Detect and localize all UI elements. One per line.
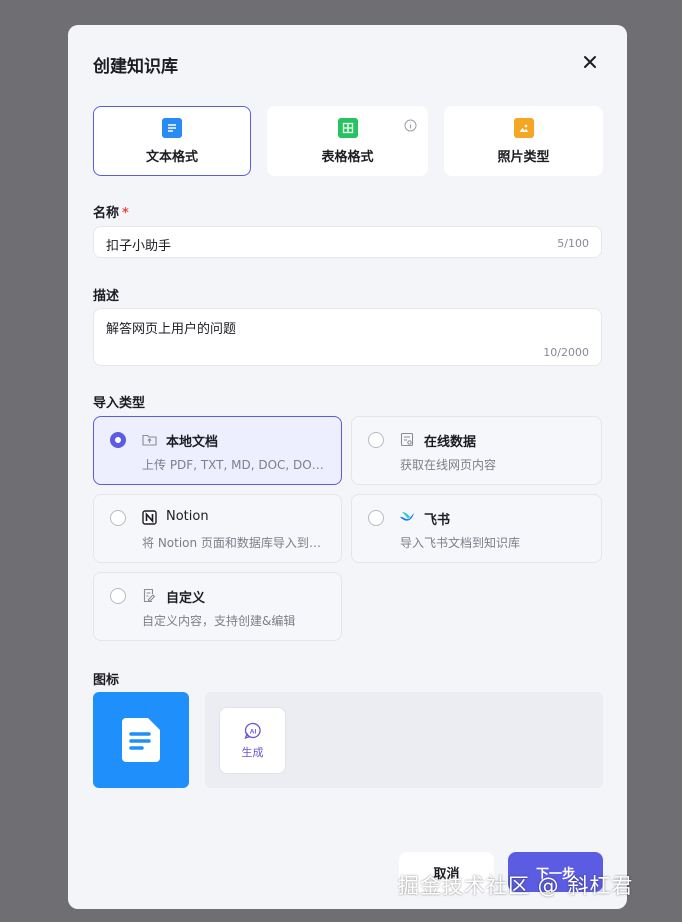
description-textarea[interactable]: 解答网页上用户的问题 10/2000 (93, 308, 602, 366)
generate-label: 生成 (241, 745, 264, 759)
radio-online-data[interactable] (368, 432, 384, 448)
format-image-label: 照片类型 (497, 149, 550, 165)
close-icon (584, 56, 596, 68)
source-notion[interactable]: Notion 将 Notion 页面和数据库导入到知识库 (93, 494, 342, 563)
radio-local-document[interactable] (110, 432, 126, 448)
feishu-icon (399, 509, 415, 525)
web-page-icon (399, 431, 415, 447)
source-title: 本地文档 (166, 435, 219, 450)
description-value: 解答网页上用户的问题 (106, 322, 237, 337)
source-feishu[interactable]: 飞书 导入飞书文档到知识库 (351, 494, 602, 563)
format-text-card[interactable]: 文本格式 (93, 106, 251, 176)
description-char-count: 10/2000 (543, 346, 589, 359)
source-desc: 导入飞书文档到知识库 (400, 536, 521, 550)
source-desc: 获取在线网页内容 (400, 458, 497, 472)
format-image-card[interactable]: 照片类型 (444, 106, 603, 176)
close-button[interactable] (578, 50, 602, 74)
format-text-label: 文本格式 (145, 149, 198, 165)
format-table-label: 表格格式 (321, 149, 374, 165)
radio-notion[interactable] (110, 510, 126, 526)
source-title: 在线数据 (424, 435, 477, 450)
icon-options-area: AI 生成 (205, 692, 603, 788)
description-label: 描述 (93, 289, 120, 304)
source-title: Notion (166, 509, 209, 524)
edit-document-icon (141, 587, 157, 603)
source-desc: 将 Notion 页面和数据库导入到知识库 (142, 536, 328, 550)
generate-icon-button[interactable]: AI 生成 (219, 707, 286, 774)
notion-icon (141, 509, 157, 525)
source-local-document[interactable]: 本地文档 上传 PDF, TXT, MD, DOC, DOCX 格式的本地文件 (93, 416, 342, 485)
name-label: 名称 * (93, 206, 129, 221)
document-icon (122, 718, 160, 762)
source-title: 自定义 (166, 591, 206, 606)
ai-icon: AI (243, 722, 261, 739)
radio-feishu[interactable] (368, 510, 384, 526)
source-online-data[interactable]: 在线数据 获取在线网页内容 (351, 416, 602, 485)
icon-preview[interactable] (93, 692, 189, 788)
icon-label: 图标 (93, 673, 120, 688)
document-icon (162, 117, 182, 138)
format-table-card[interactable]: 表格格式 (267, 106, 428, 176)
source-desc: 上传 PDF, TXT, MD, DOC, DOCX 格式的本地文件 (142, 458, 328, 472)
create-knowledge-base-dialog: 创建知识库 文本格式 表格格式 照片类型 名称 * 扣子小助手 5/100 描述 … (68, 25, 627, 909)
required-mark: * (122, 206, 129, 221)
source-desc: 自定义内容，支持创建&编辑 (142, 614, 296, 628)
upload-folder-icon (141, 431, 157, 447)
table-icon (337, 117, 358, 138)
svg-text:AI: AI (249, 728, 256, 735)
name-input-value: 扣子小助手 (106, 239, 172, 254)
source-custom[interactable]: 自定义 自定义内容，支持创建&编辑 (93, 572, 342, 641)
image-icon (513, 117, 534, 138)
watermark-text: 掘金技术社区 @ 斜杠君 (398, 874, 634, 898)
radio-custom[interactable] (110, 588, 126, 604)
name-char-count: 5/100 (557, 237, 589, 250)
source-title: 飞书 (424, 513, 451, 528)
import-type-label: 导入类型 (93, 396, 146, 411)
name-input[interactable]: 扣子小助手 5/100 (93, 226, 602, 258)
info-icon[interactable] (404, 117, 417, 136)
dialog-title: 创建知识库 (93, 57, 178, 77)
